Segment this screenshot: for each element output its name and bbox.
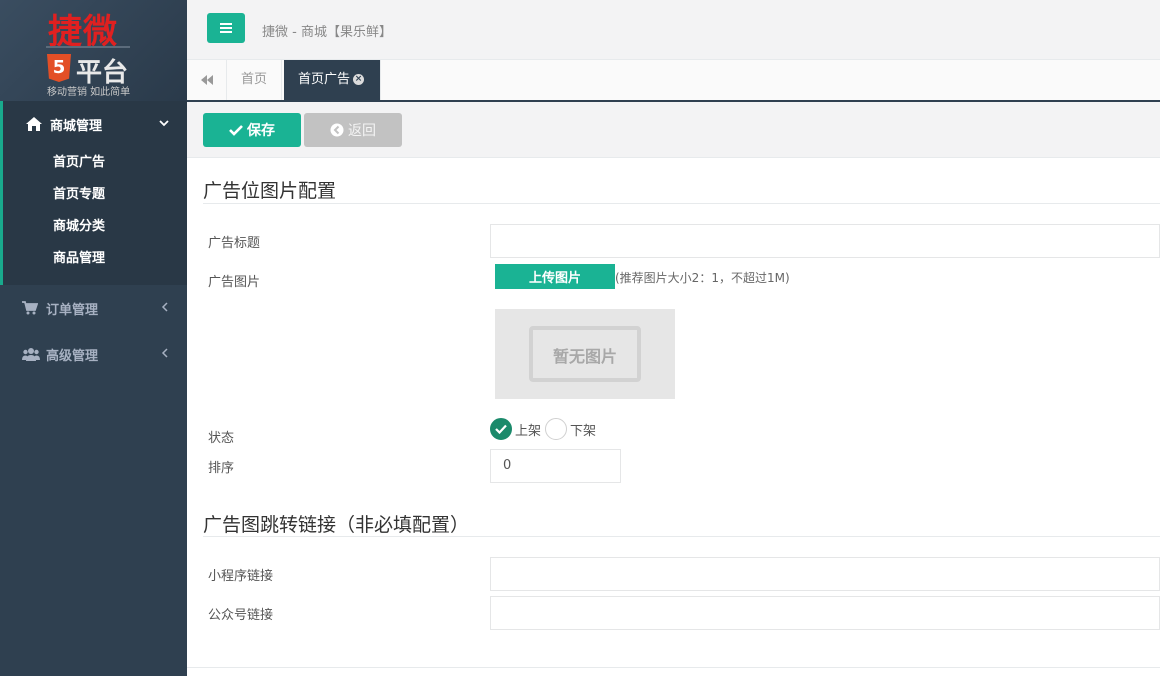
sidebar-item-product-management[interactable]: 商品管理 [3,243,187,275]
action-bar: 保存 返回 [187,102,1160,158]
upload-hint: (推荐图片大小2：1，不超过1M) [615,271,790,285]
tab-label: 首页 [241,72,268,87]
arrow-circle-left-icon [330,123,344,137]
section-title-link-config: 广告图跳转链接（非必填配置） [203,514,470,536]
users-icon [22,347,40,361]
top-bar: 捷微 - 商城【果乐鲜】 [187,0,1160,60]
save-button-label: 保存 [247,123,275,139]
status-radio-off-shelf[interactable]: 下架 [545,418,596,440]
nav-head-mall[interactable]: 商城管理 [3,101,187,147]
tab-bar: 首页 首页广告 × [187,60,1160,102]
tab-label: 首页广告 [298,72,351,87]
upload-image-button[interactable]: 上传图片 [495,264,615,289]
status-option-label: 下架 [570,423,597,439]
official-account-link-input[interactable] [490,596,1160,630]
back-button-label: 返回 [348,123,376,139]
sort-label: 排序 [208,461,235,476]
html5-badge-icon: 5 [47,54,71,82]
nav-group-advanced: 高级管理 [0,331,187,377]
status-label: 状态 [208,431,235,446]
logo: 捷微 5 平台 移动营销 如此简单 [0,0,187,101]
nav-head-advanced[interactable]: 高级管理 [0,331,187,377]
nav-group-orders: 订单管理 [0,285,187,331]
section-divider [203,536,1160,537]
chevron-left-icon [161,301,169,315]
ad-image-label: 广告图片 [208,275,261,290]
image-placeholder: 暂无图片 [495,309,675,399]
no-image-text: 暂无图片 [552,347,617,366]
nav-head-label: 订单管理 [46,302,99,318]
status-option-label: 上架 [515,423,542,439]
hamburger-icon-line [220,31,232,33]
chevron-left-icon [161,347,169,361]
backward-icon [200,75,213,85]
radio-unchecked-icon [545,418,567,440]
nav-head-label: 高级管理 [46,348,99,364]
ad-title-input[interactable] [490,224,1160,258]
mini-program-link-label: 小程序链接 [208,569,274,584]
chevron-down-icon [159,117,169,131]
tab-home-ads[interactable]: 首页广告 × [284,60,381,100]
logo-divider [46,46,130,48]
radio-checked-icon [490,418,512,440]
app-title: 捷微 - 商城【果乐鲜】 [262,25,392,40]
content-bottom-divider [187,667,1160,668]
tab-scroll-left-button[interactable] [187,60,227,100]
sidebar-item-mall-categories[interactable]: 商城分类 [3,211,187,243]
section-title-image-config: 广告位图片配置 [203,180,337,202]
menu-toggle-button[interactable] [207,13,245,43]
ad-title-label: 广告标题 [208,236,261,251]
nav-submenu-mall: 首页广告 首页专题 商城分类 商品管理 [3,147,187,285]
mini-program-link-input[interactable] [490,557,1160,591]
nav-group-mall: 商城管理 首页广告 首页专题 商城分类 商品管理 [0,101,187,285]
nav-head-label: 商城管理 [50,118,103,134]
logo-slogan: 移动营销 如此简单 [47,87,131,98]
sort-input[interactable]: 0 [490,449,621,483]
section-divider [203,203,1160,204]
hamburger-icon-line [220,27,232,29]
hamburger-icon-line [220,23,232,25]
nav-head-orders[interactable]: 订单管理 [0,285,187,331]
check-icon [229,124,243,136]
cart-icon [22,301,40,315]
official-account-link-label: 公众号链接 [208,608,274,623]
sidebar-item-home-ads[interactable]: 首页广告 [3,147,187,179]
save-button[interactable]: 保存 [203,113,301,147]
back-button[interactable]: 返回 [304,113,402,147]
sidebar-item-home-topics[interactable]: 首页专题 [3,179,187,211]
tab-home[interactable]: 首页 [227,60,283,100]
sidebar: 捷微 5 平台 移动营销 如此简单 商城管理 首页广告 首页专题 商城分类 商品… [0,0,187,676]
close-icon[interactable]: × [353,74,365,85]
home-icon [26,117,44,131]
status-radio-on-shelf[interactable]: 上架 [490,418,541,440]
